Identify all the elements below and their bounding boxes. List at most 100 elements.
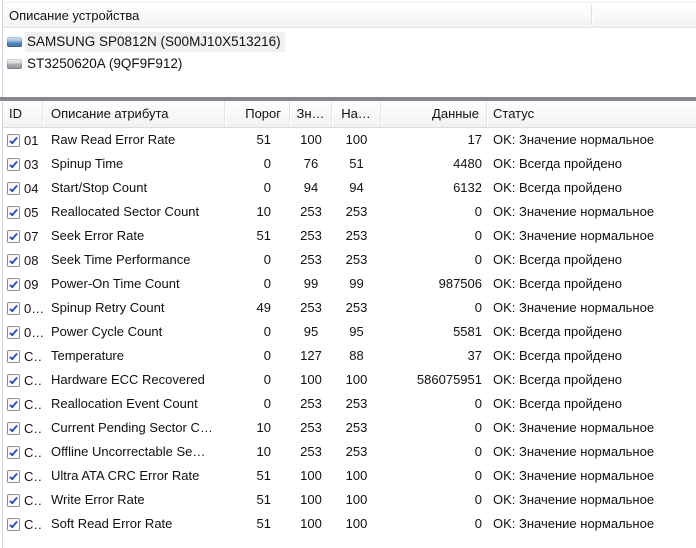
attribute-id: C… <box>24 421 43 436</box>
cell-description: Hardware ECC Recovered <box>43 368 225 392</box>
cell-id: 04 <box>3 176 43 200</box>
cell-value: 100 <box>290 368 332 392</box>
attribute-checkbox[interactable] <box>7 158 20 171</box>
attribute-checkbox[interactable] <box>7 470 20 483</box>
table-row[interactable]: C…Soft Read Error Rate511001000OK: Значе… <box>3 512 696 536</box>
attribute-id: C… <box>24 397 43 412</box>
table-row[interactable]: C…Hardware ECC Recovered0100100586075951… <box>3 368 696 392</box>
cell-status: OK: Всегда пройдено <box>487 176 696 200</box>
attribute-checkbox[interactable] <box>7 518 20 531</box>
smart-attributes-table: IDОписание атрибутаПорогЗн…На…ДанныеСтат… <box>3 101 696 548</box>
cell-data: 0 <box>381 464 487 488</box>
attribute-checkbox[interactable] <box>7 230 20 243</box>
attribute-checkbox[interactable] <box>7 374 20 387</box>
table-row[interactable]: 04Start/Stop Count094946132OK: Всегда пр… <box>3 176 696 200</box>
attribute-checkbox[interactable] <box>7 446 20 459</box>
column-header-description[interactable]: Описание атрибута <box>43 101 225 127</box>
attribute-id: 0… <box>24 301 43 316</box>
table-row[interactable]: 03Spinup Time076514480OK: Всегда пройден… <box>3 152 696 176</box>
table-row[interactable]: 09Power-On Time Count09999987506OK: Всег… <box>3 272 696 296</box>
cell-data: 0 <box>381 296 487 320</box>
column-header-data[interactable]: Данные <box>381 101 487 127</box>
cell-worst: 100 <box>332 512 381 536</box>
column-header-status[interactable]: Статус <box>487 101 696 127</box>
cell-description: Seek Time Performance <box>43 248 225 272</box>
cell-description: Seek Error Rate <box>43 224 225 248</box>
cell-worst: 99 <box>332 272 381 296</box>
cell-value: 76 <box>290 152 332 176</box>
cell-id: C… <box>3 416 43 440</box>
column-header-threshold[interactable]: Порог <box>225 101 290 127</box>
attribute-checkbox[interactable] <box>7 278 20 291</box>
check-icon <box>8 447 19 458</box>
device-header-separator[interactable] <box>591 5 592 25</box>
table-row[interactable]: 01Raw Read Error Rate5110010017OK: Значе… <box>3 128 696 152</box>
table-row[interactable]: C…Offline Uncorrectable Se…102532530OK: … <box>3 440 696 464</box>
attribute-id: C… <box>24 493 43 508</box>
attribute-checkbox[interactable] <box>7 134 20 147</box>
cell-data: 987506 <box>381 272 487 296</box>
attribute-checkbox[interactable] <box>7 302 20 315</box>
cell-data: 0 <box>381 224 487 248</box>
cell-threshold: 0 <box>225 176 290 200</box>
cell-data: 0 <box>381 392 487 416</box>
cell-data: 4480 <box>381 152 487 176</box>
table-row[interactable]: C…Reallocation Event Count02532530OK: Вс… <box>3 392 696 416</box>
column-header-id[interactable]: ID <box>3 101 43 127</box>
attribute-id: 08 <box>24 253 38 268</box>
cell-description: Soft Read Error Rate <box>43 512 225 536</box>
check-icon <box>8 183 19 194</box>
table-row[interactable]: 05Reallocated Sector Count102532530OK: З… <box>3 200 696 224</box>
cell-threshold: 10 <box>225 440 290 464</box>
attribute-checkbox[interactable] <box>7 398 20 411</box>
attribute-checkbox[interactable] <box>7 206 20 219</box>
check-icon <box>8 255 19 266</box>
attribute-checkbox[interactable] <box>7 422 20 435</box>
cell-threshold: 10 <box>225 200 290 224</box>
device-item-samsung[interactable]: SAMSUNG SP0812N (S00MJ10X513216) <box>3 31 696 53</box>
cell-threshold: 51 <box>225 464 290 488</box>
cell-threshold: 0 <box>225 320 290 344</box>
cell-description: Spinup Time <box>43 152 225 176</box>
cell-value: 253 <box>290 392 332 416</box>
cell-id: 05 <box>3 200 43 224</box>
device-panel-header[interactable]: Описание устройства <box>3 2 696 28</box>
cell-status: OK: Значение нормальное <box>487 416 696 440</box>
attribute-checkbox[interactable] <box>7 350 20 363</box>
cell-id: C… <box>3 464 43 488</box>
cell-description: Write Error Rate <box>43 488 225 512</box>
attribute-checkbox[interactable] <box>7 182 20 195</box>
cell-threshold: 0 <box>225 248 290 272</box>
cell-id: 01 <box>3 128 43 152</box>
attribute-checkbox[interactable] <box>7 494 20 507</box>
cell-id: 0… <box>3 320 43 344</box>
column-header-worst[interactable]: На… <box>332 101 381 127</box>
cell-threshold: 0 <box>225 344 290 368</box>
table-row[interactable]: C…Ultra ATA CRC Error Rate511001000OK: З… <box>3 464 696 488</box>
attribute-checkbox[interactable] <box>7 254 20 267</box>
column-header-value[interactable]: Зн… <box>290 101 332 127</box>
cell-description: Current Pending Sector C… <box>43 416 225 440</box>
device-item-seagate[interactable]: ST3250620A (9QF9F912) <box>3 53 696 75</box>
cell-id: C… <box>3 440 43 464</box>
table-row[interactable]: C…Current Pending Sector C…102532530OK: … <box>3 416 696 440</box>
cell-worst: 100 <box>332 464 381 488</box>
cell-value: 253 <box>290 200 332 224</box>
cell-id: 03 <box>3 152 43 176</box>
cell-status: OK: Значение нормальное <box>487 200 696 224</box>
table-row[interactable]: 08Seek Time Performance02532530OK: Всегд… <box>3 248 696 272</box>
table-row[interactable]: 0…Power Cycle Count095955581OK: Всегда п… <box>3 320 696 344</box>
check-icon <box>8 231 19 242</box>
check-icon <box>8 495 19 506</box>
cell-worst: 253 <box>332 200 381 224</box>
table-row[interactable]: 07Seek Error Rate512532530OK: Значение н… <box>3 224 696 248</box>
cell-value: 100 <box>290 512 332 536</box>
table-row[interactable]: C…Temperature01278837OK: Всегда пройдено <box>3 344 696 368</box>
table-row[interactable]: C…Write Error Rate511001000OK: Значение … <box>3 488 696 512</box>
cell-value: 94 <box>290 176 332 200</box>
attribute-checkbox[interactable] <box>7 326 20 339</box>
cell-worst: 94 <box>332 176 381 200</box>
table-row[interactable]: 0…Spinup Retry Count492532530OK: Значени… <box>3 296 696 320</box>
hdd-drive-icon <box>7 37 22 47</box>
cell-description: Reallocated Sector Count <box>43 200 225 224</box>
